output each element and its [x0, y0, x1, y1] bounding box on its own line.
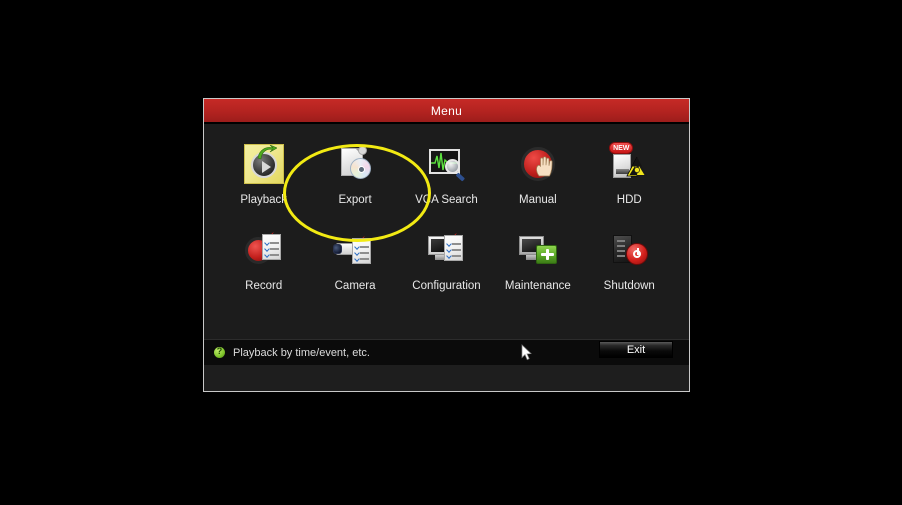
help-question-icon — [214, 345, 225, 358]
playback-icon[interactable] — [242, 142, 286, 186]
menu-item-maintenance[interactable]: Maintenance — [495, 228, 581, 292]
checklist-icon — [444, 235, 464, 261]
vca-search-icon[interactable] — [424, 142, 468, 186]
menu-label-camera: Camera — [334, 280, 376, 292]
menu-item-shutdown[interactable]: Shutdown — [586, 228, 672, 292]
shutdown-icon[interactable] — [607, 228, 651, 272]
menu-window: Menu Playback Export VCA Search Manual N… — [203, 98, 690, 392]
menu-row-1: Playback Export VCA Search Manual NEW HD… — [204, 142, 689, 206]
checklist-icon — [261, 234, 281, 260]
green-arrow-icon — [257, 145, 277, 160]
hand-icon — [536, 156, 553, 177]
menu-label-shutdown: Shutdown — [603, 280, 655, 292]
camera-icon[interactable] — [333, 228, 377, 272]
menu-label-manual: Manual — [519, 194, 557, 206]
hdd-icon[interactable]: NEW — [607, 142, 651, 186]
window-title-bar: Menu — [204, 99, 689, 124]
configuration-icon[interactable] — [424, 228, 468, 272]
status-hint-text: Playback by time/event, etc. — [233, 346, 370, 359]
menu-item-hdd[interactable]: NEW HDD — [586, 142, 672, 206]
menu-row-2: Record Camera Configuration Maintenance … — [204, 228, 689, 292]
checklist-icon — [352, 238, 372, 264]
new-badge: NEW — [609, 142, 634, 154]
menu-item-configuration[interactable]: Configuration — [403, 228, 489, 292]
menu-item-playback[interactable]: Playback — [221, 142, 307, 206]
menu-label-hdd: HDD — [616, 194, 642, 206]
menu-item-export[interactable]: Export — [312, 142, 398, 206]
manual-icon[interactable] — [516, 142, 560, 186]
menu-body: Playback Export VCA Search Manual NEW HD… — [204, 124, 689, 365]
radiation-hazard-icon — [626, 156, 648, 177]
menu-label-configuration: Configuration — [412, 280, 481, 292]
exit-button[interactable]: Exit — [599, 341, 673, 358]
menu-label-export: Export — [338, 194, 372, 206]
window-title: Menu — [430, 103, 463, 118]
menu-label-vca-search: VCA Search — [415, 194, 478, 206]
menu-label-record: Record — [245, 280, 283, 292]
menu-label-playback: Playback — [240, 194, 288, 206]
menu-item-camera[interactable]: Camera — [312, 228, 398, 292]
menu-icon-grid: Playback Export VCA Search Manual NEW HD… — [204, 124, 689, 292]
record-icon[interactable] — [242, 228, 286, 272]
power-button-icon — [626, 243, 649, 265]
status-bar: Playback by time/event, etc. Exit — [204, 339, 689, 365]
menu-item-record[interactable]: Record — [221, 228, 307, 292]
export-icon[interactable] — [333, 142, 377, 186]
menu-item-vca-search[interactable]: VCA Search — [403, 142, 489, 206]
menu-label-maintenance: Maintenance — [504, 280, 571, 292]
menu-item-manual[interactable]: Manual — [495, 142, 581, 206]
maintenance-icon[interactable] — [516, 228, 560, 272]
green-plus-box-icon — [535, 245, 557, 264]
